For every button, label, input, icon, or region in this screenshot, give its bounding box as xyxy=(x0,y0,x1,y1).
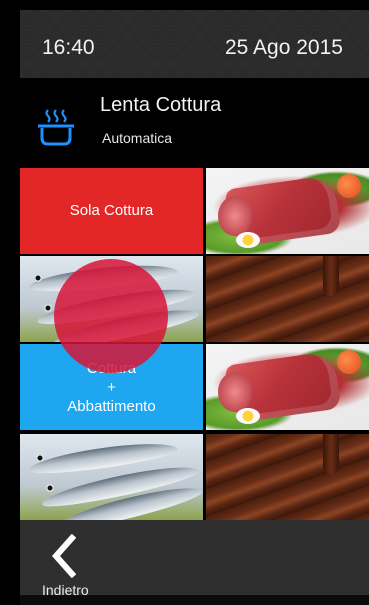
current-date: 25 Ago 2015 xyxy=(225,36,343,59)
chevron-left-icon[interactable] xyxy=(50,534,76,578)
program-subtitle: Automatica xyxy=(102,130,173,146)
cottura-label-plus: + xyxy=(107,379,116,396)
status-bar: 16:40 25 Ago 2015 xyxy=(20,10,369,78)
chocolate-image-2[interactable] xyxy=(206,434,369,520)
touch-highlight xyxy=(54,259,168,373)
fish-image-2[interactable] xyxy=(20,434,203,520)
meat-image[interactable] xyxy=(206,168,369,254)
clock-time: 16:40 xyxy=(42,36,95,59)
mode-header xyxy=(20,78,369,168)
chocolate-image[interactable] xyxy=(206,256,369,342)
program-title: Lenta Cottura xyxy=(100,94,222,116)
sola-cottura-label: Sola Cottura xyxy=(69,202,154,219)
pot-steam-icon xyxy=(38,109,74,146)
abbattimento-label: Abbattimento xyxy=(67,398,156,415)
meat-image-2[interactable] xyxy=(206,344,369,430)
sola-cottura-button[interactable]: Sola Cottura xyxy=(20,168,203,254)
back-button-label[interactable]: Indietro xyxy=(42,582,89,598)
